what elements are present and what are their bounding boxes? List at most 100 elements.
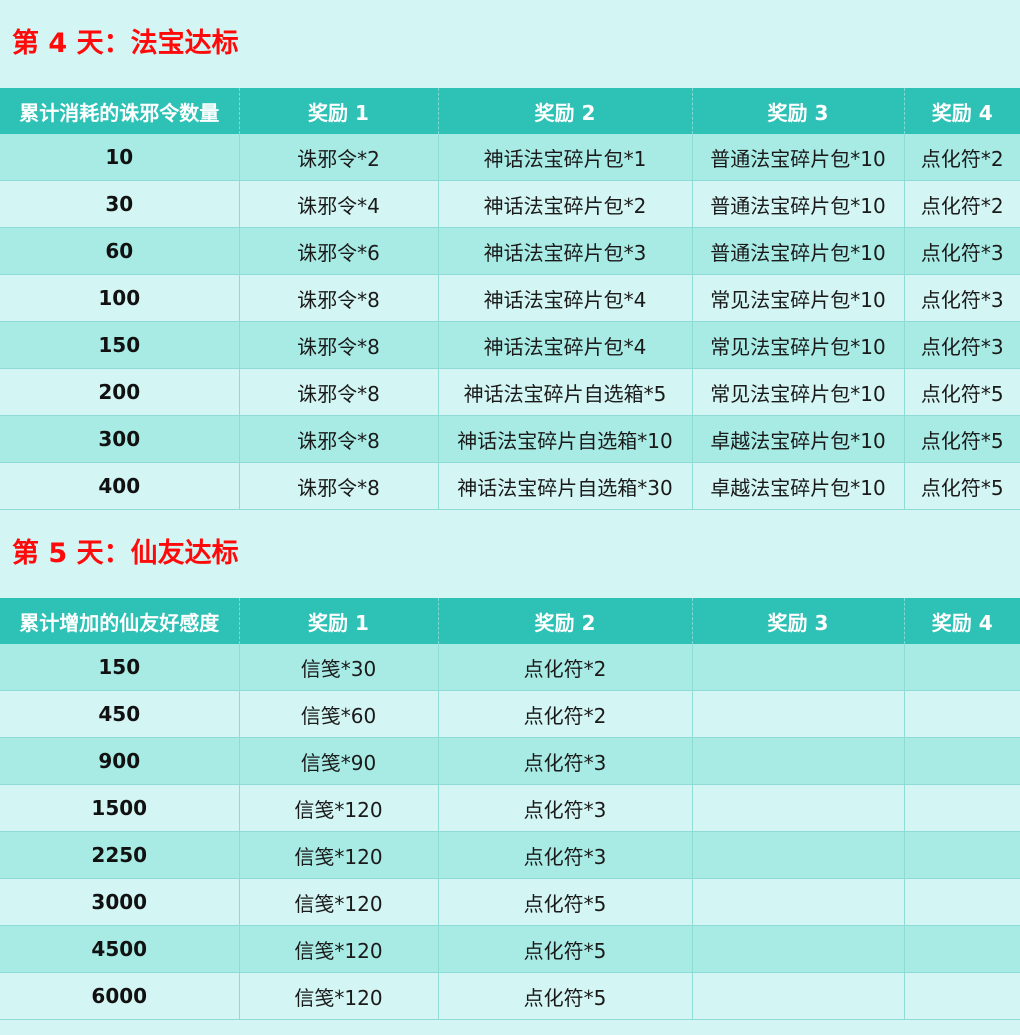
reward-cell-1: 信笺*90 [239,737,439,785]
reward-cell-2: 点化符*2 [438,690,693,738]
reward-cell-4 [904,737,1020,785]
table-row: 2250 信笺*120 点化符*3 [0,831,1020,879]
column-header-reward-4: 奖励 4 [904,598,1020,644]
reward-cell-3: 卓越法宝碎片包*10 [692,462,905,510]
reward-cell-2: 神话法宝碎片自选箱*5 [438,368,693,416]
table-row: 6000 信笺*120 点化符*5 [0,972,1020,1020]
reward-cell-1: 诛邪令*6 [239,227,439,275]
column-header-reward-2: 奖励 2 [438,88,693,134]
reward-cell-4: 点化符*5 [904,415,1020,463]
section-title-day-4: 第 4 天：法宝达标 [12,28,239,59]
reward-cell-3 [692,878,905,926]
reward-cell-2: 神话法宝碎片包*3 [438,227,693,275]
reward-cell-4: 点化符*3 [904,227,1020,275]
column-header-requirement: 累计增加的仙友好感度 [0,598,240,644]
reward-cell-4: 点化符*5 [904,368,1020,416]
reward-cell-4 [904,690,1020,738]
table-row: 900 信笺*90 点化符*3 [0,737,1020,785]
reward-cell-1: 诛邪令*8 [239,462,439,510]
reward-cell-3 [692,925,905,973]
table-header-row: 累计增加的仙友好感度 奖励 1 奖励 2 奖励 3 奖励 4 [0,598,1020,644]
requirement-cell: 150 [0,644,240,691]
reward-cell-3: 常见法宝碎片包*10 [692,274,905,322]
column-header-reward-2: 奖励 2 [438,598,693,644]
reward-cell-1: 信笺*120 [239,878,439,926]
reward-cell-1: 信笺*120 [239,925,439,973]
reward-cell-4: 点化符*5 [904,462,1020,510]
reward-table-day-4: 累计消耗的诛邪令数量 奖励 1 奖励 2 奖励 3 奖励 4 10 诛邪令*2 神话法宝碎片包… [0,88,1020,510]
reward-cell-3 [692,737,905,785]
reward-table-day-5: 累计增加的仙友好感度 奖励 1 奖励 2 奖励 3 奖励 4 150 信笺*30 点化符*2 4… [0,598,1020,1020]
column-header-reward-4: 奖励 4 [904,88,1020,134]
reward-cell-2: 神话法宝碎片自选箱*30 [438,462,693,510]
reward-cell-3: 卓越法宝碎片包*10 [692,415,905,463]
reward-cell-3 [692,784,905,832]
reward-cell-3: 普通法宝碎片包*10 [692,134,905,181]
reward-cell-1: 诛邪令*2 [239,134,439,181]
reward-cell-3 [692,972,905,1020]
reward-cell-4 [904,972,1020,1020]
requirement-cell: 100 [0,274,240,322]
reward-cell-2: 点化符*5 [438,925,693,973]
reward-cell-2: 神话法宝碎片包*4 [438,321,693,369]
requirement-cell: 6000 [0,972,240,1020]
reward-cell-4 [904,878,1020,926]
reward-cell-3: 普通法宝碎片包*10 [692,180,905,228]
table-row: 30 诛邪令*4 神话法宝碎片包*2 普通法宝碎片包*10 点化符*2 [0,180,1020,228]
reward-cell-1: 信笺*120 [239,972,439,1020]
reward-cell-1: 信笺*30 [239,644,439,691]
requirement-cell: 3000 [0,878,240,926]
table-row: 10 诛邪令*2 神话法宝碎片包*1 普通法宝碎片包*10 点化符*2 [0,134,1020,181]
table-row: 100 诛邪令*8 神话法宝碎片包*4 常见法宝碎片包*10 点化符*3 [0,274,1020,322]
section-title-day-5: 第 5 天：仙友达标 [12,538,239,569]
table-header-row: 累计消耗的诛邪令数量 奖励 1 奖励 2 奖励 3 奖励 4 [0,88,1020,134]
reward-cell-2: 点化符*3 [438,784,693,832]
reward-cell-1: 诛邪令*8 [239,415,439,463]
page-content: 第 4 天：法宝达标 累计消耗的诛邪令数量 奖励 1 奖励 2 奖励 3 奖励 4 10 诛邪… [0,0,1020,1020]
table-row: 450 信笺*60 点化符*2 [0,690,1020,738]
table-row: 400 诛邪令*8 神话法宝碎片自选箱*30 卓越法宝碎片包*10 点化符*5 [0,462,1020,510]
requirement-cell: 300 [0,415,240,463]
reward-cell-2: 点化符*3 [438,737,693,785]
reward-cell-4: 点化符*3 [904,321,1020,369]
reward-cell-2: 神话法宝碎片包*4 [438,274,693,322]
reward-cell-1: 信笺*120 [239,831,439,879]
column-header-reward-3: 奖励 3 [692,598,905,644]
table-row: 60 诛邪令*6 神话法宝碎片包*3 普通法宝碎片包*10 点化符*3 [0,227,1020,275]
reward-cell-4: 点化符*2 [904,134,1020,181]
table-row: 4500 信笺*120 点化符*5 [0,925,1020,973]
reward-cell-4: 点化符*2 [904,180,1020,228]
reward-cell-3: 常见法宝碎片包*10 [692,321,905,369]
requirement-cell: 2250 [0,831,240,879]
reward-cell-3 [692,831,905,879]
reward-cell-2: 点化符*3 [438,831,693,879]
reward-cell-3 [692,644,905,691]
requirement-cell: 900 [0,737,240,785]
reward-cell-3 [692,690,905,738]
column-header-reward-1: 奖励 1 [239,598,439,644]
table-row: 150 信笺*30 点化符*2 [0,644,1020,691]
reward-cell-4 [904,644,1020,691]
reward-cell-1: 信笺*60 [239,690,439,738]
table-row: 200 诛邪令*8 神话法宝碎片自选箱*5 常见法宝碎片包*10 点化符*5 [0,368,1020,416]
table-row: 150 诛邪令*8 神话法宝碎片包*4 常见法宝碎片包*10 点化符*3 [0,321,1020,369]
reward-cell-1: 诛邪令*8 [239,321,439,369]
requirement-cell: 10 [0,134,240,181]
reward-cell-2: 神话法宝碎片自选箱*10 [438,415,693,463]
reward-cell-2: 神话法宝碎片包*1 [438,134,693,181]
requirement-cell: 200 [0,368,240,416]
requirement-cell: 60 [0,227,240,275]
reward-cell-2: 点化符*2 [438,644,693,691]
reward-cell-1: 信笺*120 [239,784,439,832]
table-row: 300 诛邪令*8 神话法宝碎片自选箱*10 卓越法宝碎片包*10 点化符*5 [0,415,1020,463]
requirement-cell: 30 [0,180,240,228]
reward-cell-1: 诛邪令*8 [239,368,439,416]
reward-cell-3: 普通法宝碎片包*10 [692,227,905,275]
table-row: 3000 信笺*120 点化符*5 [0,878,1020,926]
requirement-cell: 400 [0,462,240,510]
requirement-cell: 1500 [0,784,240,832]
reward-cell-2: 点化符*5 [438,972,693,1020]
column-header-reward-3: 奖励 3 [692,88,905,134]
column-header-reward-1: 奖励 1 [239,88,439,134]
reward-cell-3: 常见法宝碎片包*10 [692,368,905,416]
